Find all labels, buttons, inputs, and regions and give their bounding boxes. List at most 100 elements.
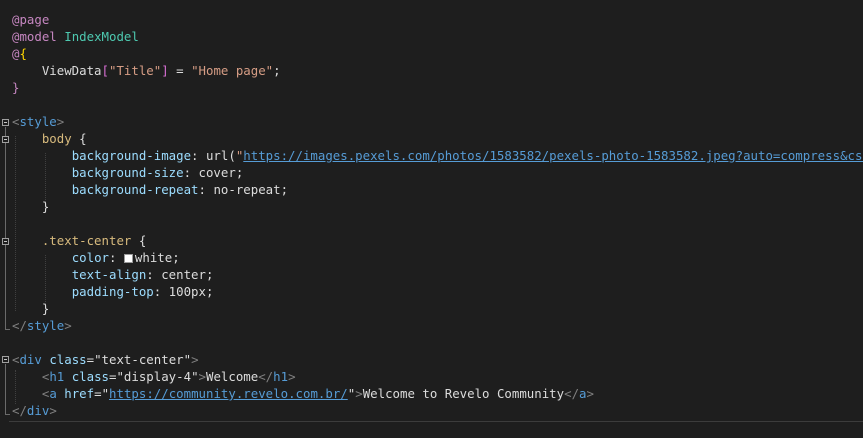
css-property: background-image xyxy=(71,148,192,163)
tag-name: h1 xyxy=(49,369,65,384)
tag-name: h1 xyxy=(273,369,289,384)
css-brace: { xyxy=(71,131,87,146)
tag-bracket: </ xyxy=(564,386,580,401)
css-function: url( xyxy=(205,148,236,163)
tag-bracket: > xyxy=(56,114,65,129)
css-colon: : xyxy=(146,267,162,282)
code-line-21[interactable]: <div class="text-center"> xyxy=(12,351,863,368)
code-line-9[interactable]: background-image: url("https://images.pe… xyxy=(12,147,863,164)
semicolon: ; xyxy=(172,250,180,265)
color-swatch-icon[interactable] xyxy=(123,254,133,263)
attr-equals: = xyxy=(86,352,95,367)
attr-equals: = xyxy=(94,386,102,401)
code-line-18[interactable]: } xyxy=(12,300,863,317)
code-line-17[interactable]: padding-top: 100px; xyxy=(12,283,863,300)
css-value: no-repeat xyxy=(213,182,281,197)
tag-bracket: > xyxy=(586,386,594,401)
code-line-16[interactable]: text-align: center; xyxy=(12,266,863,283)
string-literal: "Title" xyxy=(109,63,162,78)
css-colon: : xyxy=(153,284,169,299)
css-selector: .text-center xyxy=(41,233,132,248)
fold-region-end xyxy=(5,414,10,415)
tag-name: a xyxy=(49,386,57,401)
css-colon: : xyxy=(191,148,206,163)
razor-open-brace: { xyxy=(19,46,27,61)
code-line-19[interactable]: </style> xyxy=(12,317,863,334)
css-property: padding-top xyxy=(71,284,154,299)
semicolon: ; xyxy=(205,267,214,282)
css-colon: : xyxy=(198,182,214,197)
element-text: Welcome to Revelo Community xyxy=(362,386,565,401)
semicolon: ; xyxy=(273,63,281,78)
tag-bracket: </ xyxy=(258,369,274,384)
tag-bracket: > xyxy=(49,403,57,418)
razor-directive: @page xyxy=(12,12,50,27)
code-line-5[interactable]: } xyxy=(12,79,863,96)
fold-region-line xyxy=(5,364,6,414)
fold-toggle-body[interactable] xyxy=(2,136,9,143)
css-colon: : xyxy=(183,165,199,180)
css-value: cover xyxy=(198,165,236,180)
code-editor[interactable]: @page @model IndexModel @{ ViewData["Tit… xyxy=(0,0,863,438)
tag-bracket: > xyxy=(191,352,199,367)
css-value: 100px xyxy=(168,284,206,299)
attr-value: "display-4" xyxy=(116,369,199,384)
tag-bracket: > xyxy=(64,318,72,333)
css-property: text-align xyxy=(71,267,147,282)
code-line-7[interactable]: <style> xyxy=(12,113,863,130)
css-property: background-repeat xyxy=(71,182,199,197)
code-line-14[interactable]: .text-center { xyxy=(12,232,863,249)
code-line-4[interactable]: ViewData["Title"] = "Home page"; xyxy=(12,62,863,79)
tag-bracket: > xyxy=(198,369,206,384)
code-line-3[interactable]: @{ xyxy=(12,45,863,62)
tag-bracket: </ xyxy=(12,318,27,333)
model-type: IndexModel xyxy=(64,29,139,44)
razor-close-brace: } xyxy=(12,80,20,95)
css-brace: } xyxy=(41,199,50,214)
tag-bracket: > xyxy=(288,369,296,384)
code-line-15[interactable]: color: white; xyxy=(12,249,863,266)
code-line-2[interactable]: @model IndexModel xyxy=(12,28,863,45)
semicolon: ; xyxy=(280,182,289,197)
css-selector: body xyxy=(41,131,72,146)
css-value: center xyxy=(161,267,206,282)
fold-toggle-style[interactable] xyxy=(2,119,9,126)
code-line-12[interactable]: } xyxy=(12,198,863,215)
fold-toggle-div[interactable] xyxy=(2,356,9,363)
fold-region-line xyxy=(5,127,6,329)
fold-region-end xyxy=(5,329,10,330)
tag-name: div xyxy=(26,403,50,418)
viewdata-ident: ViewData xyxy=(41,63,102,78)
css-brace: { xyxy=(131,233,147,248)
attr-name: class xyxy=(64,369,109,384)
horizontal-scrollbar[interactable] xyxy=(9,421,863,438)
code-line-24[interactable]: </div> xyxy=(12,402,863,419)
attr-name: class xyxy=(41,352,87,367)
razor-directive: @model xyxy=(12,29,57,44)
bracket: ] xyxy=(161,63,169,78)
attr-name: href xyxy=(56,386,95,401)
bracket: [ xyxy=(101,63,109,78)
code-line-11[interactable]: background-repeat: no-repeat; xyxy=(12,181,863,198)
css-property: color xyxy=(71,250,109,265)
tag-name: div xyxy=(19,352,42,367)
background-image-url-link[interactable]: https://images.pexels.com/photos/1583582… xyxy=(243,148,863,163)
code-line-10[interactable]: background-size: cover; xyxy=(12,164,863,181)
operator: = xyxy=(168,63,192,78)
attr-quote: " xyxy=(101,386,110,401)
fold-toggle-text-center[interactable] xyxy=(2,238,9,245)
semicolon: ; xyxy=(235,165,244,180)
semicolon: ; xyxy=(205,284,214,299)
attr-value: "text-center" xyxy=(94,352,192,367)
tag-bracket: > xyxy=(355,386,363,401)
element-text: Welcome xyxy=(206,369,259,384)
code-line-1[interactable]: @page xyxy=(12,11,863,28)
revelo-community-url-link[interactable]: https://community.revelo.com.br/ xyxy=(109,386,348,401)
code-line-23[interactable]: <a href="https://community.revelo.com.br… xyxy=(12,385,863,402)
string-literal: "Home page" xyxy=(191,63,274,78)
code-line-8[interactable]: body { xyxy=(12,130,863,147)
tag-bracket: </ xyxy=(12,403,27,418)
tag-name: style xyxy=(26,318,65,333)
code-line-22[interactable]: <h1 class="display-4">Welcome</h1> xyxy=(12,368,863,385)
tag-name: style xyxy=(19,114,57,129)
